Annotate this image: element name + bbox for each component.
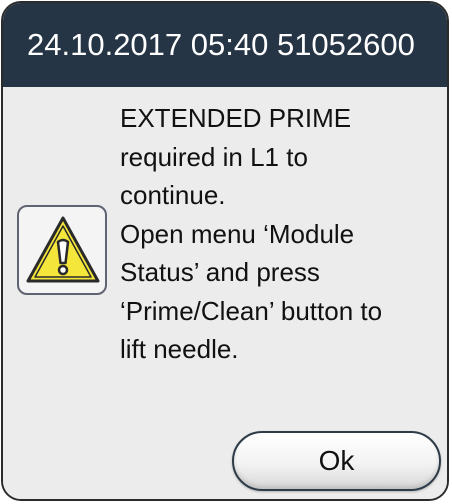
dialog-body: EXTENDED PRIME required in L1 to continu… <box>3 87 447 499</box>
warning-icon-frame <box>17 205 107 295</box>
dialog-message: EXTENDED PRIME required in L1 to continu… <box>120 103 383 364</box>
message-dialog: 24.10.2017 05:40 51052600 EXTENDED PRIME… <box>1 1 449 501</box>
ok-button[interactable]: Ok <box>232 431 441 491</box>
dialog-title-bar: 24.10.2017 05:40 51052600 <box>3 3 447 87</box>
warning-triangle-icon <box>26 216 100 283</box>
